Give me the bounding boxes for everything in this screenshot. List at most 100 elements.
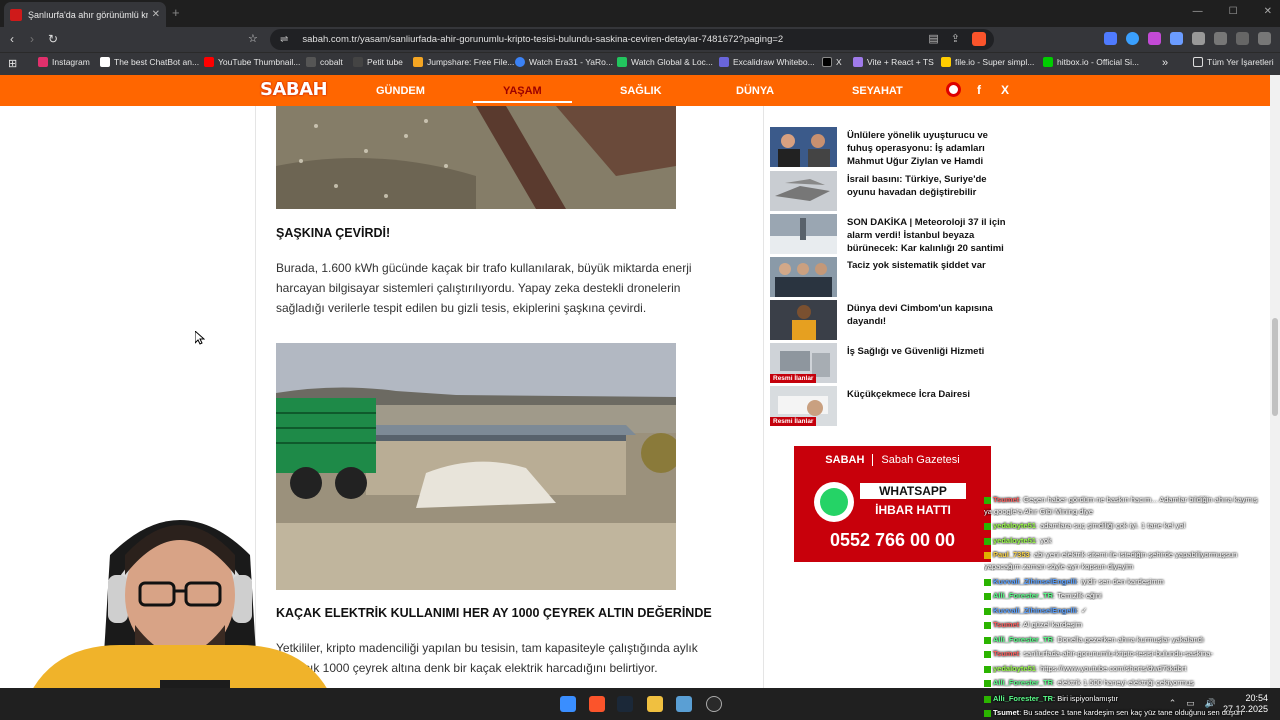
file-explorer-icon[interactable] [647,696,663,712]
share-icon[interactable]: ⇪ [951,32,960,46]
sidebar-news-item[interactable]: SON DAKİKA | Meteoroloji 37 il için alar… [770,214,1010,254]
bookmark-item[interactable]: Vite + React + TS [853,57,934,67]
site-info-icon[interactable]: ⇌ [280,34,288,45]
news-title[interactable]: İş Sağlığı ve Güvenliği Hizmeti [847,345,1012,358]
nav-saglik[interactable]: SAĞLIK [620,85,662,97]
bookmark-item[interactable]: cobalt [306,57,343,67]
sabah-logo[interactable]: SABAH [260,79,328,100]
steam-icon[interactable] [617,696,633,712]
sidebar-news-item[interactable]: Dünya devi Cimbom'un kapısına dayandı! [770,300,1010,340]
chat-message: Paul_7353: abi yeni elektrik sitemi ile … [984,550,1270,559]
sidebar-news-item[interactable]: Taciz yok sistematik şiddet var [770,257,1010,297]
windows-start-icon[interactable] [560,696,576,712]
reload-icon[interactable]: ↻ [48,32,58,46]
mouse-cursor-icon [195,331,205,345]
tab-bar: Şanlıurfa'da ahır görünümlü kripto ✕ + —… [0,0,1280,27]
facebook-icon[interactable]: f [977,83,981,97]
bookmarks-bar: ⊞ Instagram The best ChatBot an... YouTu… [0,52,1280,75]
news-title[interactable]: SON DAKİKA | Meteoroloji 37 il için alar… [847,216,1012,255]
news-title[interactable]: Taciz yok sistematik şiddet var [847,259,1012,272]
extension-icon[interactable] [1126,32,1139,45]
extension-icon[interactable] [1148,32,1161,45]
extension-icon[interactable] [1104,32,1117,45]
article-paragraph: Burada, 1.600 kWh gücünde kaçak bir traf… [276,261,692,315]
ad-line2: İHBAR HATTI [875,503,951,517]
news-thumbnail: Resmi İlanlar [770,386,837,426]
extension-icon[interactable] [1170,32,1183,45]
more-bookmarks-button[interactable]: » [1162,57,1168,69]
chat-message: Alli_Forester_TR: Temizlik eğini [984,591,1270,600]
nav-seyahat[interactable]: SEYAHAT [852,85,903,97]
app-icon[interactable] [676,696,692,712]
bookmark-item[interactable]: YouTube Thumbnail... [204,57,300,67]
bookmark-item[interactable]: Petit tube [353,57,403,67]
minimize-icon[interactable]: — [1193,6,1203,17]
chat-message: Alli_Forester_TR: Biri ispiyonlamıştır [984,694,1270,703]
brave-shields-icon[interactable] [972,32,986,46]
address-bar[interactable]: ⇌ sabah.com.tr/yasam/sanliurfada-ahir-go… [270,29,994,50]
instagram-icon [38,57,48,67]
news-title[interactable]: İsrail basını: Türkiye, Suriye'de oyunu … [847,173,1012,199]
chat-message: Tsumet: Al güzel kardeşim [984,620,1270,629]
vpn-icon[interactable] [1258,32,1271,45]
official-ad-badge: Resmi İlanlar [770,374,817,383]
bookmark-item[interactable]: file.io - Super simpl... [941,57,1034,67]
maximize-icon[interactable]: ☐ [1229,6,1238,17]
nav-gundem[interactable]: GÜNDEM [376,85,425,97]
sidebar-news-item[interactable]: Resmi İlanlar Küçükçekmece İcra Dairesi [770,386,1010,426]
bookmark-item[interactable]: Watch Era31 - YaRo... [515,57,613,67]
ad-brand: SABAH [825,454,874,466]
bookmark-item[interactable]: The best ChatBot an... [100,57,199,67]
close-window-icon[interactable]: ✕ [1264,6,1272,17]
bookmark-item[interactable]: Instagram [38,57,90,67]
bookmark-item[interactable]: Excalidraw Whitebo... [719,57,815,67]
bookmark-page-icon[interactable]: ☆ [248,32,258,45]
forward-icon[interactable]: › [30,32,34,46]
scrollbar-thumb[interactable] [1272,318,1278,416]
bookmark-item[interactable]: hitbox.io - Official Si... [1043,57,1139,67]
news-title[interactable]: Dünya devi Cimbom'un kapısına dayandı! [847,302,1012,328]
puzzle-icon[interactable] [1192,32,1205,45]
reader-mode-icon[interactable]: ▤ [928,32,938,46]
sidebar-icon[interactable] [1214,32,1227,45]
ad-name: Sabah Gazetesi [881,454,960,466]
news-thumbnail [770,257,837,297]
sidebar-news-item[interactable]: Resmi İlanlar İş Sağlığı ve Güvenliği Hi… [770,343,1010,383]
news-title[interactable]: Ünlülere yönelik uyuşturucu ve fuhuş ope… [847,129,1012,168]
news-title[interactable]: Küçükçekmece İcra Dairesi [847,388,1012,401]
nav-yasam[interactable]: YAŞAM [473,85,572,103]
hitbox-icon [1043,57,1053,67]
chat-message: Tsumet: sanliurfada-ahir-gorunumlu-kript… [984,649,1270,658]
webcam-overlay [0,495,345,720]
ad-phone: 0552 766 00 00 [829,530,956,550]
youtube-icon [204,57,214,67]
browser-tab[interactable]: Şanlıurfa'da ahır görünümlü kripto ✕ [4,2,166,27]
sidebar-news-item[interactable]: İsrail basını: Türkiye, Suriye'de oyunu … [770,171,1010,211]
sidebar-news-item[interactable]: Ünlülere yönelik uyuşturucu ve fuhuş ope… [770,127,1010,167]
new-tab-button[interactable]: + [172,5,180,20]
obs-icon[interactable] [706,696,722,712]
music-icon[interactable] [1236,32,1249,45]
address-bar-actions: ▤ ⇪ [928,32,986,46]
apps-grid-icon[interactable]: ⊞ [8,57,17,70]
bookmark-item[interactable]: X [822,57,842,67]
crest-icon[interactable] [946,82,961,97]
news-thumbnail [770,300,837,340]
bookmark-item[interactable]: Watch Global & Loc... [617,57,713,67]
folder-icon [1193,57,1203,67]
close-tab-icon[interactable]: ✕ [152,9,160,20]
x-social-icon[interactable]: X [1001,83,1009,97]
bookmark-item[interactable]: Jumpshare: Free File... [413,57,514,67]
whatsapp-ad-banner[interactable]: SABAH Sabah Gazetesi WHATSAPP İHBAR HATT… [794,446,991,562]
back-icon[interactable]: ‹ [10,32,14,46]
nav-dunya[interactable]: DÜNYA [736,85,774,97]
url-text[interactable]: sabah.com.tr/yasam/sanliurfada-ahir-goru… [302,34,783,45]
chat-message: Tsumet: Bu sadece 1 tane kardeşim sen ka… [984,708,1270,717]
chat-message: Kuvvali_ZihinselEngelli: iyidir sen den … [984,577,1270,586]
brave-browser-icon[interactable] [589,696,605,712]
chat-message: yapacağım zaman söyle ayrı kopsun diyeyi… [984,562,1134,571]
all-bookmarks-button[interactable]: Tüm Yer İşaretleri [1193,57,1274,67]
official-ad-badge: Resmi İlanlar [770,417,817,426]
watch-global-icon [617,57,627,67]
chat-message: yedaloyte51: adamlara suç şimdiliği çok … [984,521,1270,530]
